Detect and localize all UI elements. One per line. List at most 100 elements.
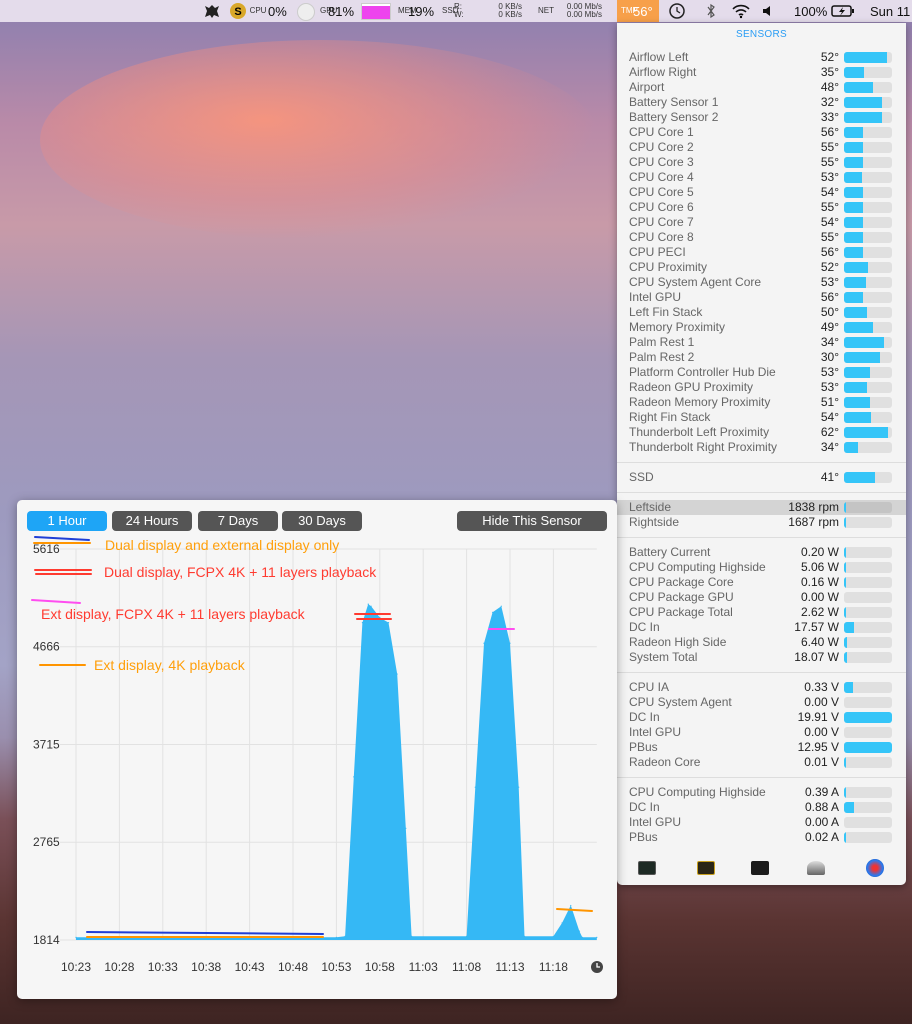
temp-sensor-row[interactable]: CPU Proximity 52° (617, 260, 906, 275)
temp-sensor-row[interactable]: CPU Core 1 56° (617, 125, 906, 140)
voltage-sensor-row[interactable]: PBus 12.95 V (617, 740, 906, 755)
section-divider (617, 672, 906, 673)
x-tick-label: 10:38 (191, 960, 221, 974)
sensor-value: 53° (820, 380, 839, 394)
temp-sensor-row[interactable]: Right Fin Stack 54° (617, 410, 906, 425)
cpu-value[interactable]: 0% (268, 0, 287, 22)
data-point (518, 786, 520, 788)
temp-sensor-row[interactable]: Intel GPU 56° (617, 290, 906, 305)
temp-sensor-row[interactable]: Palm Rest 2 30° (617, 350, 906, 365)
temperature-menu[interactable]: TMP 56° (617, 0, 659, 22)
power-sensor-row[interactable]: CPU Package Core 0.16 W (617, 575, 906, 590)
sensor-level-fill (844, 757, 846, 768)
temp-sensor-row[interactable]: Airflow Right 35° (617, 65, 906, 80)
battery-percent[interactable]: 100% (794, 0, 827, 22)
sensor-level-bar (844, 307, 892, 318)
data-point (335, 936, 337, 938)
voltage-sensor-row[interactable]: DC In 19.91 V (617, 710, 906, 725)
sensor-name: CPU System Agent Core (629, 275, 762, 289)
sensor-value: 55° (820, 140, 839, 154)
sensor-level-bar (844, 757, 892, 768)
history-clock-icon[interactable] (591, 961, 603, 973)
fan-sensor-row[interactable]: Leftside 1838 rpm (617, 500, 906, 515)
sensor-level-bar (844, 97, 892, 108)
current-sensor-row[interactable]: DC In 0.88 A (617, 800, 906, 815)
sensor-value: 53° (820, 170, 839, 184)
console-icon[interactable] (697, 861, 715, 875)
temp-sensor-row[interactable]: CPU Core 2 55° (617, 140, 906, 155)
temp-sensor-row[interactable]: CPU Core 6 55° (617, 200, 906, 215)
voltage-sensor-row[interactable]: CPU IA 0.33 V (617, 680, 906, 695)
sensor-name: SSD (629, 470, 654, 484)
temp-sensor-row[interactable]: CPU Core 3 55° (617, 155, 906, 170)
current-sensor-row[interactable]: PBus 0.02 A (617, 830, 906, 845)
temp-sensor-row[interactable]: Battery Sensor 1 32° (617, 95, 906, 110)
istat-menus-icon[interactable] (866, 859, 884, 877)
sensor-level-fill (844, 577, 846, 588)
sensor-value: 0.02 A (804, 830, 839, 844)
temp-sensor-row[interactable]: CPU Core 8 55° (617, 230, 906, 245)
menubar-clock[interactable]: Sun 11 (870, 0, 910, 22)
sensor-level-bar (844, 517, 892, 528)
current-sensor-row[interactable]: CPU Computing Highside 0.39 A (617, 785, 906, 800)
sensor-value: 55° (820, 230, 839, 244)
disk-sensor-row[interactable]: SSD 41° (617, 470, 906, 485)
power-sensor-row[interactable]: DC In 17.57 W (617, 620, 906, 635)
ssd-label: SSD (442, 6, 459, 15)
temp-sensor-row[interactable]: Radeon Memory Proximity 51° (617, 395, 906, 410)
power-sensor-row[interactable]: CPU Package Total 2.62 W (617, 605, 906, 620)
sensor-level-bar (844, 172, 892, 183)
voltage-sensor-row[interactable]: CPU System Agent 0.00 V (617, 695, 906, 710)
power-sensor-row[interactable]: Battery Current 0.20 W (617, 545, 906, 560)
data-point (466, 935, 468, 937)
fan-sensor-row[interactable]: Rightside 1687 rpm (617, 515, 906, 530)
temp-sensor-row[interactable]: CPU PECI 56° (617, 245, 906, 260)
wifi-icon[interactable] (731, 0, 751, 22)
sensor-level-bar (844, 577, 892, 588)
sensor-level-bar (844, 382, 892, 393)
temp-sensor-row[interactable]: CPU Core 5 54° (617, 185, 906, 200)
temp-sensor-row[interactable]: CPU Core 4 53° (617, 170, 906, 185)
sensor-level-bar (844, 652, 892, 663)
temp-sensor-row[interactable]: Left Fin Stack 50° (617, 305, 906, 320)
terminal-icon[interactable] (751, 861, 769, 875)
power-sensor-row[interactable]: CPU Computing Highside 5.06 W (617, 560, 906, 575)
voltage-sensor-row[interactable]: Intel GPU 0.00 V (617, 725, 906, 740)
gpu-label: GPU (320, 6, 338, 15)
volume-icon[interactable] (762, 0, 774, 22)
temp-sensor-row[interactable]: Memory Proximity 49° (617, 320, 906, 335)
net-down-value[interactable]: 0.00 Mb/s (567, 11, 602, 19)
temp-sensor-row[interactable]: Radeon GPU Proximity 53° (617, 380, 906, 395)
app-icon[interactable] (203, 0, 221, 22)
s-icon[interactable]: S (229, 0, 247, 22)
battery-charging-icon[interactable] (831, 0, 855, 22)
sensor-level-bar (844, 112, 892, 123)
temp-sensor-row[interactable]: Palm Rest 1 34° (617, 335, 906, 350)
temp-sensor-row[interactable]: Airport 48° (617, 80, 906, 95)
activity-monitor-icon[interactable] (638, 861, 656, 875)
mem-value[interactable]: 19% (408, 0, 434, 22)
system-information-icon[interactable] (807, 861, 825, 875)
temp-sensor-row[interactable]: Battery Sensor 2 33° (617, 110, 906, 125)
disk-write-value[interactable]: 0 KB/s (498, 11, 522, 19)
power-sensor-row[interactable]: Radeon High Side 6.40 W (617, 635, 906, 650)
sensor-level-bar (844, 697, 892, 708)
power-sensor-row[interactable]: CPU Package GPU 0.00 W (617, 590, 906, 605)
sensor-value: 6.40 W (800, 635, 839, 649)
temp-sensor-row[interactable]: Airflow Left 52° (617, 50, 906, 65)
temp-sensor-row[interactable]: CPU System Agent Core 53° (617, 275, 906, 290)
gpu-value[interactable]: 81% (328, 0, 354, 22)
sensor-level-bar (844, 727, 892, 738)
bluetooth-icon[interactable] (705, 0, 717, 22)
temp-sensor-row[interactable]: Thunderbolt Left Proximity 62° (617, 425, 906, 440)
voltage-sensor-row[interactable]: Radeon Core 0.01 V (617, 755, 906, 770)
temp-sensor-row[interactable]: Thunderbolt Right Proximity 34° (617, 440, 906, 455)
temp-sensor-row[interactable]: Platform Controller Hub Die 53° (617, 365, 906, 380)
temp-sensor-row[interactable]: CPU Core 7 54° (617, 215, 906, 230)
current-sensor-row[interactable]: Intel GPU 0.00 A (617, 815, 906, 830)
sensor-name: System Total (629, 650, 698, 664)
sensor-name: CPU Package Core (629, 575, 734, 589)
time-machine-icon[interactable] (668, 0, 686, 22)
power-sensor-row[interactable]: System Total 18.07 W (617, 650, 906, 665)
sensor-level-bar (844, 232, 892, 243)
